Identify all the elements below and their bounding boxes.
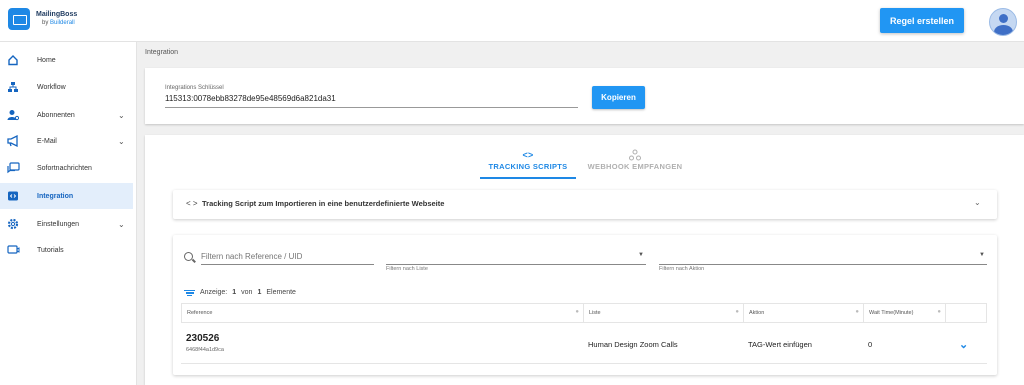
chevron-down-icon: ⌄ [118,219,125,229]
top-bar: MailingBoss by Builderall Regel erstelle… [0,0,1024,42]
accordion-title: Tracking Script zum Importieren in eine … [202,199,445,208]
breadcrumb: Integration [145,49,179,56]
sidebar-item-workflow[interactable]: Workflow [0,74,133,100]
sidebar-item-instant-messages[interactable]: Sofortnachrichten [0,155,133,181]
copy-button[interactable]: Kopieren [592,86,645,109]
sidebar-item-email[interactable]: E-Mail ⌄ [0,128,133,154]
tutorial-icon [6,243,20,257]
filter-icon[interactable] [184,288,195,298]
mail-logo-icon [8,8,30,30]
sort-icon: ● [855,309,859,315]
user-avatar[interactable] [989,8,1017,36]
list-filter-select[interactable]: ▼ [386,249,646,265]
tracking-script-accordion[interactable]: < > Tracking Script zum Importieren in e… [173,190,997,219]
home-icon [6,53,20,67]
row-wait-time: 0 [868,340,873,349]
tracking-card: <> TRACKING SCRIPTS WEBHOOK EMPFANGEN < … [145,135,1024,385]
chevron-down-icon[interactable]: ⌄ [959,338,968,351]
sidebar: Home Workflow Abonnenten ⌄ E-Mail ⌄ Sofo… [0,42,137,385]
sidebar-item-integration[interactable]: Integration [0,183,133,209]
row-list: Human Design Zoom Calls [588,340,678,349]
action-filter-hint: Filtern nach Aktion [659,266,705,272]
sort-icon: ● [735,309,739,315]
sidebar-item-tutorials[interactable]: Tutorials [0,237,133,263]
rules-table-card: ▼ Filtern nach Liste ▼ Filtern nach Akti… [173,235,997,375]
search-icon [184,252,193,261]
table-row[interactable]: 230526 6468f44a1d9ca Human Design Zoom C… [181,324,987,364]
sidebar-item-settings[interactable]: Einstellungen ⌄ [0,211,133,237]
breadcrumb-bar: Integration [137,42,1024,66]
gear-icon [6,217,20,231]
column-header-list[interactable]: Liste ● [584,304,744,322]
integration-key-card: Integrations Schlüssel 115313:0078ebb832… [145,68,1024,124]
brand-logo[interactable]: MailingBoss by Builderall [8,8,77,30]
sidebar-item-home[interactable]: Home [0,47,133,73]
chat-icon [6,161,20,175]
dropdown-arrow-icon: ▼ [638,252,644,258]
brand-name: MailingBoss [36,11,78,18]
subscribers-icon [6,108,20,122]
brand-sub: by Builderall [42,20,75,26]
code-icon: <> [522,150,534,160]
column-header-action[interactable]: Aktion ● [744,304,864,322]
column-header-reference[interactable]: Reference ● [182,304,584,322]
sort-icon: ● [937,309,941,315]
row-action: TAG-Wert einfügen [748,340,812,349]
table-header: Reference ● Liste ● Aktion ● Wait Time(M… [181,303,987,323]
action-filter-select[interactable]: ▼ [659,249,987,265]
code-icon [6,189,20,203]
integration-key-field[interactable]: 115313:0078ebb83278de95e48569d6a821da31 [165,94,578,108]
row-reference: 230526 [186,333,220,344]
list-filter-hint: Filtern nach Liste [386,266,428,272]
create-rule-button[interactable]: Regel erstellen [880,8,964,33]
chevron-down-icon[interactable]: ⌄ [974,198,981,207]
integration-key-label: Integrations Schlüssel [165,85,224,91]
item-count: Anzeige: 1 von 1 Elemente [184,288,296,298]
chevron-down-icon: ⌄ [118,136,125,146]
tab-tracking-scripts[interactable]: <> TRACKING SCRIPTS [480,149,576,179]
sidebar-item-subscribers[interactable]: Abonnenten ⌄ [0,102,133,128]
sort-icon: ● [575,309,579,315]
search-input[interactable] [201,249,374,265]
megaphone-icon [6,134,20,148]
chevron-down-icon: ⌄ [118,110,125,120]
tab-webhook[interactable]: WEBHOOK EMPFANGEN [585,149,685,179]
row-uid: 6468f44a1d9ca [186,347,224,353]
dropdown-arrow-icon: ▼ [979,252,985,258]
code-icon: < > [186,199,198,208]
webhook-icon [585,149,685,162]
column-header-wait-time[interactable]: Wait Time(Minute) ● [864,304,946,322]
workflow-icon [6,80,20,94]
